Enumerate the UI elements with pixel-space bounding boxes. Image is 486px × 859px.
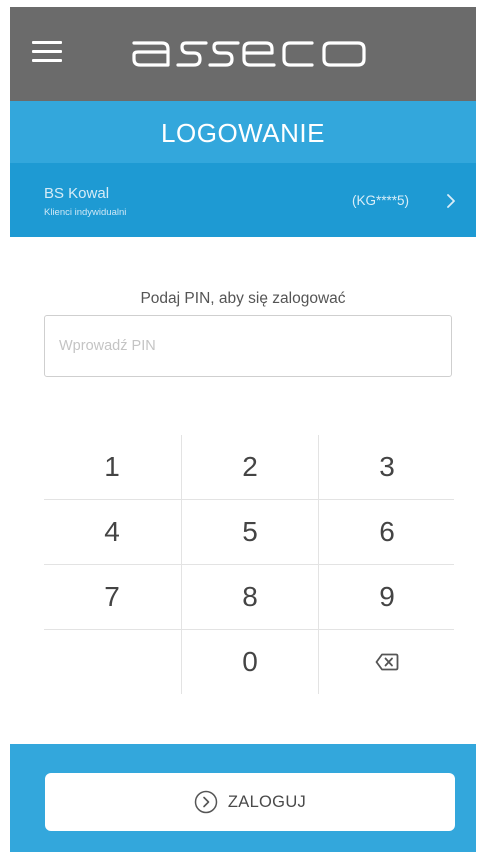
bottom-action-bar: ZALOGUJ bbox=[10, 744, 476, 852]
key-8[interactable]: 8 bbox=[181, 565, 318, 629]
key-empty bbox=[44, 630, 180, 694]
key-9[interactable]: 9 bbox=[318, 565, 455, 629]
keypad-row: 0 bbox=[44, 630, 454, 694]
key-2[interactable]: 2 bbox=[181, 435, 318, 499]
backspace-key[interactable] bbox=[318, 630, 455, 694]
keypad-row: 7 8 9 bbox=[44, 565, 454, 630]
key-6[interactable]: 6 bbox=[318, 500, 455, 564]
key-4[interactable]: 4 bbox=[44, 500, 180, 564]
backspace-icon bbox=[375, 653, 399, 671]
chevron-right-icon bbox=[447, 194, 455, 208]
page-title: LOGOWANIE bbox=[10, 101, 476, 163]
account-code: (KG****5) bbox=[352, 193, 410, 208]
top-app-bar bbox=[10, 7, 476, 101]
numeric-keypad: 1 2 3 4 5 6 7 8 9 0 bbox=[44, 435, 454, 694]
key-3[interactable]: 3 bbox=[318, 435, 455, 499]
key-5[interactable]: 5 bbox=[181, 500, 318, 564]
key-0[interactable]: 0 bbox=[181, 630, 318, 694]
key-7[interactable]: 7 bbox=[44, 565, 180, 629]
login-button-label: ZALOGUJ bbox=[227, 792, 307, 811]
login-button[interactable]: ZALOGUJ bbox=[45, 773, 455, 831]
pin-prompt: Podaj PIN, aby się zalogować bbox=[140, 290, 346, 307]
keypad-row: 1 2 3 bbox=[44, 435, 454, 500]
keypad-row: 4 5 6 bbox=[44, 500, 454, 565]
phone-screen: LOGOWANIE BS Kowal Klienci indywidualni … bbox=[10, 7, 476, 852]
hamburger-menu-icon[interactable] bbox=[32, 41, 62, 63]
account-selector[interactable]: BS Kowal Klienci indywidualni (KG****5) bbox=[10, 163, 476, 237]
account-name: BS Kowal bbox=[44, 185, 110, 202]
account-subtitle: Klienci indywidualni bbox=[44, 207, 127, 218]
pin-input[interactable] bbox=[44, 315, 452, 377]
asseco-logo bbox=[132, 41, 366, 67]
key-1[interactable]: 1 bbox=[44, 435, 180, 499]
circle-chevron-right-icon bbox=[194, 790, 218, 814]
